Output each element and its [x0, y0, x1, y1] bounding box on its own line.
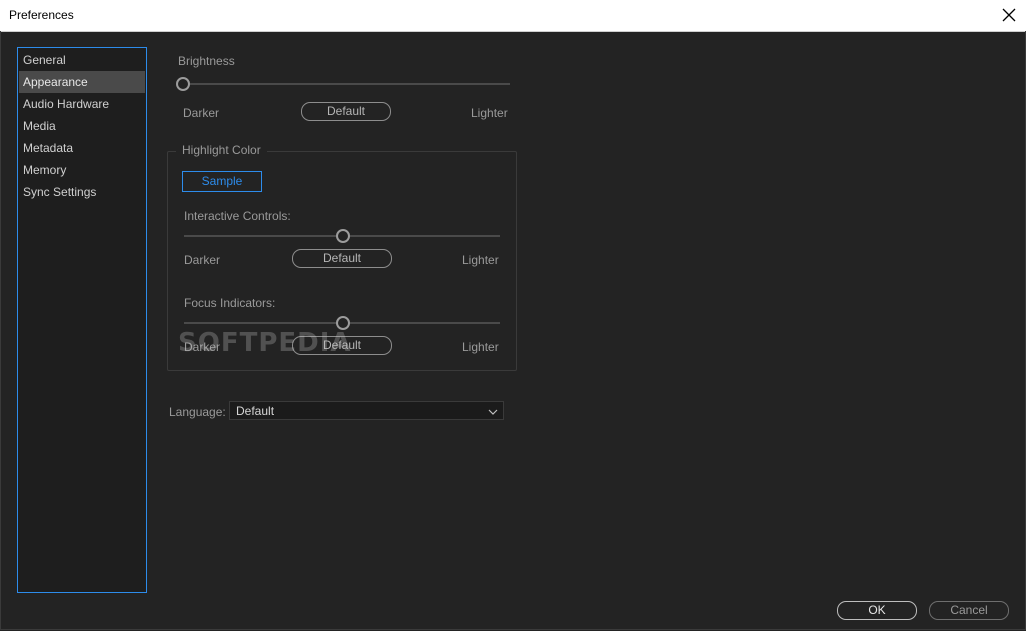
title-bar: Preferences	[0, 0, 1026, 32]
brightness-label: Brightness	[178, 54, 235, 68]
sample-button[interactable]: Sample	[182, 171, 262, 192]
interactive-controls-label: Interactive Controls:	[184, 209, 291, 223]
sidebar-item-sync-settings[interactable]: Sync Settings	[19, 181, 145, 203]
focus-lighter-label: Lighter	[462, 340, 499, 354]
cancel-button[interactable]: Cancel	[929, 601, 1009, 620]
sidebar-item-appearance[interactable]: Appearance	[19, 71, 145, 93]
close-icon[interactable]	[1000, 6, 1018, 24]
softpedia-watermark: SOFTPEDIA	[178, 328, 352, 358]
interactive-darker-label: Darker	[184, 253, 221, 267]
interactive-default-button[interactable]: Default	[292, 249, 392, 268]
language-select-value: Default	[236, 404, 275, 418]
interactive-controls-slider-thumb[interactable]	[336, 229, 350, 243]
sidebar-item-audio-hardware[interactable]: Audio Hardware	[19, 93, 145, 115]
focus-indicators-label: Focus Indicators:	[184, 296, 276, 310]
brightness-default-button[interactable]: Default	[301, 102, 391, 121]
sidebar-item-media[interactable]: Media	[19, 115, 145, 137]
brightness-darker-label: Darker	[183, 106, 220, 120]
window-title: Preferences	[9, 8, 74, 22]
sidebar-item-metadata[interactable]: Metadata	[19, 137, 145, 159]
interactive-lighter-label: Lighter	[462, 253, 499, 267]
brightness-slider-thumb[interactable]	[176, 77, 190, 91]
chevron-down-icon	[488, 409, 498, 415]
brightness-slider-track[interactable]	[178, 83, 510, 85]
ok-button[interactable]: OK	[837, 601, 917, 620]
sidebar-item-general[interactable]: General	[19, 49, 145, 71]
language-select[interactable]: Default	[229, 401, 504, 420]
category-list: General Appearance Audio Hardware Media …	[17, 47, 147, 593]
highlight-color-legend: Highlight Color	[176, 143, 267, 157]
sidebar-item-memory[interactable]: Memory	[19, 159, 145, 181]
language-label: Language:	[169, 405, 226, 419]
brightness-lighter-label: Lighter	[471, 106, 508, 120]
